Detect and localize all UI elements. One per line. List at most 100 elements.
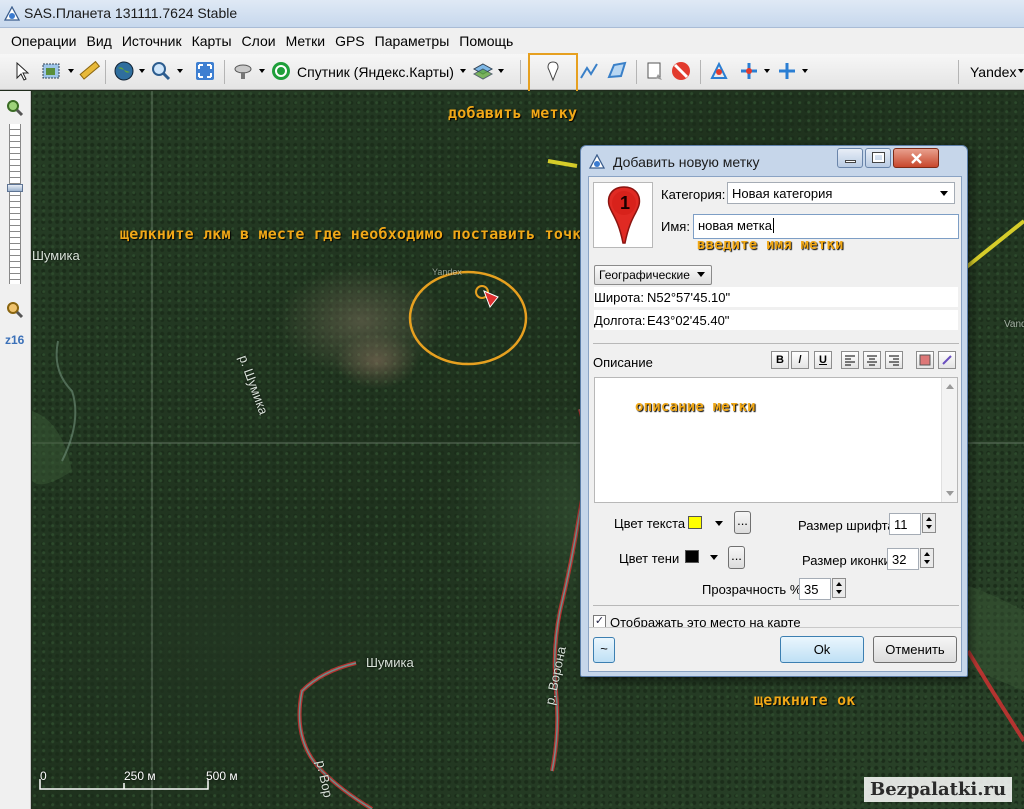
gps-track-icon[interactable] xyxy=(708,60,730,82)
refresh-icon[interactable] xyxy=(270,60,292,82)
ok-button[interactable]: Ok xyxy=(780,636,864,663)
marks-list-icon[interactable] xyxy=(644,60,666,82)
app-logo-icon xyxy=(4,6,20,21)
satellite-dish-icon[interactable] xyxy=(232,60,254,82)
chevron-down-icon xyxy=(940,191,948,196)
select-area-icon[interactable] xyxy=(40,60,62,82)
dialog-title: Добавить новую метку xyxy=(613,154,760,170)
latitude-label: Широта: xyxy=(594,290,645,305)
chevron-down-icon[interactable] xyxy=(715,521,723,526)
fullscreen-icon[interactable] xyxy=(194,60,216,82)
zoom-slider-thumb[interactable] xyxy=(7,184,23,192)
chevron-down-icon[interactable] xyxy=(764,69,770,73)
zoom-in-icon[interactable] xyxy=(6,99,24,117)
opacity-spinner[interactable] xyxy=(832,578,846,598)
cancel-button[interactable]: Отменить xyxy=(873,636,957,663)
chevron-down-icon[interactable] xyxy=(177,69,183,73)
category-select[interactable]: Новая категория xyxy=(727,182,955,204)
menu-layers[interactable]: Слои xyxy=(237,28,281,54)
latitude-input[interactable]: N52°57'45.10" xyxy=(647,290,730,305)
menu-gps[interactable]: GPS xyxy=(330,28,370,54)
annotation-enter-name: введите имя метки xyxy=(697,237,844,253)
dialog-body: 1 Категория: Новая категория Имя: новая … xyxy=(588,176,962,672)
pin-number: 1 xyxy=(620,193,631,213)
menu-parameters[interactable]: Параметры xyxy=(370,28,455,54)
description-label: Описание xyxy=(593,355,653,370)
ruler-icon[interactable] xyxy=(78,60,100,82)
hide-marks-icon[interactable] xyxy=(670,60,692,82)
maximize-button[interactable] xyxy=(865,148,891,168)
source-selector[interactable]: Yandex xyxy=(970,64,1016,80)
menu-help[interactable]: Помощь xyxy=(454,28,518,54)
chevron-down-icon[interactable] xyxy=(710,555,718,560)
close-button[interactable] xyxy=(893,148,939,168)
coord-format-select[interactable]: Географические xyxy=(594,265,712,285)
cursor-icon[interactable] xyxy=(12,60,34,82)
window-title-bar: SAS.Планета 131111.7624 Stable xyxy=(0,0,1024,28)
map-source-select[interactable]: Спутник (Яндекс.Карты) xyxy=(297,64,454,80)
map-label-vand: Vand xyxy=(1004,319,1024,330)
menu-marks[interactable]: Метки xyxy=(281,28,331,54)
chevron-down-icon[interactable] xyxy=(139,69,145,73)
insert-image-button[interactable] xyxy=(916,351,934,369)
chevron-down-icon[interactable] xyxy=(498,69,504,73)
close-icon xyxy=(911,153,922,164)
text-color-swatch[interactable] xyxy=(688,516,702,529)
chevron-down-icon xyxy=(697,272,705,277)
menu-view[interactable]: Вид xyxy=(82,28,117,54)
extra-button[interactable]: ~ xyxy=(593,637,615,663)
longitude-input[interactable]: E43°02'45.40" xyxy=(647,313,729,328)
italic-button[interactable]: / xyxy=(791,351,809,369)
minimize-button[interactable] xyxy=(837,148,863,168)
icon-size-spinner[interactable] xyxy=(920,548,934,568)
scale-mid: 250 м xyxy=(124,769,156,783)
bold-button[interactable]: B xyxy=(771,351,789,369)
add-polygon-icon[interactable] xyxy=(606,60,628,82)
map-yandex-watermark: Yandex xyxy=(432,267,462,277)
name-input[interactable]: новая метка xyxy=(693,214,959,239)
font-size-spinner[interactable] xyxy=(922,513,936,533)
menu-operations[interactable]: Операции xyxy=(6,28,82,54)
align-center-icon xyxy=(867,355,877,366)
search-icon[interactable] xyxy=(150,60,172,82)
chevron-down-icon[interactable] xyxy=(259,69,265,73)
scroll-up-icon[interactable] xyxy=(946,384,954,389)
chevron-down-icon[interactable] xyxy=(802,69,808,73)
zoom-slider-track[interactable] xyxy=(9,124,21,284)
description-scrollbar[interactable] xyxy=(941,378,957,502)
icon-size-input[interactable]: 32 xyxy=(887,548,919,570)
chevron-down-icon[interactable] xyxy=(1018,69,1024,73)
shadow-color-label: Цвет тени xyxy=(619,551,680,566)
mark-icon-preview[interactable]: 1 xyxy=(593,182,653,248)
opacity-input[interactable]: 35 xyxy=(799,578,831,600)
latitude-row: Широта: N52°57'45.10" xyxy=(594,287,958,307)
add-mark-highlight xyxy=(528,53,578,94)
shadow-color-swatch[interactable] xyxy=(685,550,699,563)
scroll-down-icon[interactable] xyxy=(946,491,954,496)
underline-button[interactable]: U xyxy=(814,351,832,369)
add-path-icon[interactable] xyxy=(578,60,600,82)
shadow-color-more-button[interactable]: ... xyxy=(728,546,745,569)
name-label: Имя: xyxy=(661,219,690,234)
align-left-button[interactable] xyxy=(841,351,859,369)
chevron-down-icon[interactable] xyxy=(460,69,466,73)
description-textarea[interactable] xyxy=(594,377,958,503)
font-size-input[interactable]: 11 xyxy=(889,513,921,535)
chevron-down-icon[interactable] xyxy=(68,69,74,73)
align-left-icon xyxy=(845,355,855,366)
align-right-button[interactable] xyxy=(885,351,903,369)
insert-link-button[interactable] xyxy=(938,351,956,369)
layers-icon[interactable] xyxy=(472,60,494,82)
gps-settings-icon[interactable] xyxy=(776,60,798,82)
align-center-button[interactable] xyxy=(863,351,881,369)
gps-connect-icon[interactable] xyxy=(738,60,760,82)
menu-maps[interactable]: Карты xyxy=(187,28,237,54)
longitude-label: Долгота: xyxy=(594,313,646,328)
map-label-shumika-bottom: Шумика xyxy=(366,655,414,670)
add-mark-dialog: Добавить новую метку 1 Категория: Новая … xyxy=(580,145,968,677)
text-color-more-button[interactable]: ... xyxy=(734,511,751,534)
globe-icon[interactable] xyxy=(113,60,135,82)
zoom-out-icon[interactable] xyxy=(6,301,24,319)
menu-source[interactable]: Источник xyxy=(117,28,187,54)
menu-bar: Операции Вид Источник Карты Слои Метки G… xyxy=(0,28,1024,54)
